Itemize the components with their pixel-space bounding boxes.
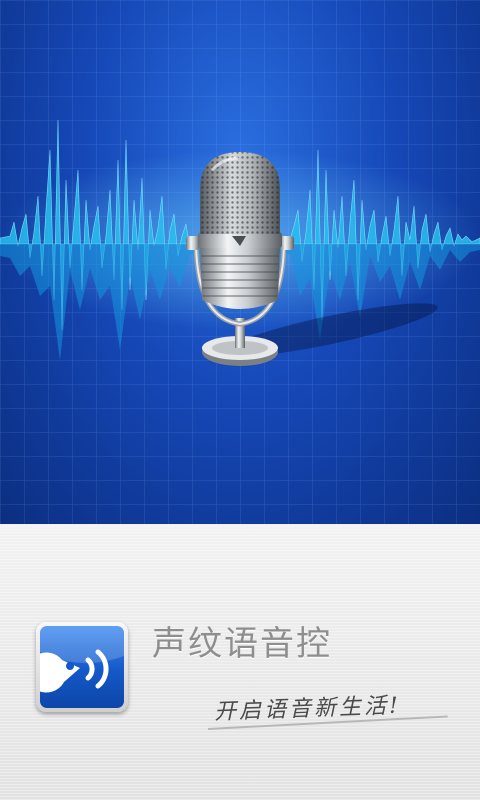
- soundwave-microphone-illustration: [0, 0, 480, 524]
- voice-face-icon: [40, 626, 124, 708]
- app-icon: [36, 622, 128, 712]
- hero-banner: [0, 0, 480, 524]
- app-name: 声纹语音控: [152, 624, 332, 664]
